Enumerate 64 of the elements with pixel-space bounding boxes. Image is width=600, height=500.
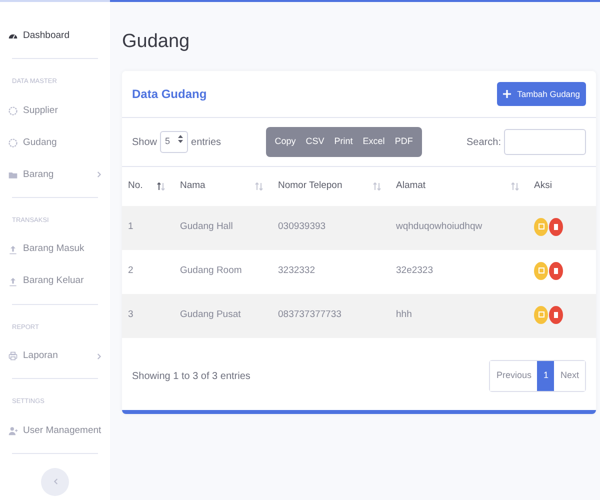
table-cell: 3 — [128, 309, 134, 320]
column-header[interactable]: Alamat — [396, 179, 426, 194]
table-cell: 32e2323 — [396, 265, 433, 276]
sidebar-item[interactable]: Barang Masuk — [8, 234, 102, 266]
trash-icon — [553, 310, 559, 319]
sidebar-item[interactable]: Gudang — [8, 126, 102, 159]
delete-button[interactable] — [549, 262, 563, 280]
export-button[interactable]: Copy — [270, 127, 301, 157]
card-title: Data Gudang — [132, 86, 207, 103]
length-label: entries — [191, 136, 222, 150]
column-header[interactable]: Nomor Telepon — [278, 179, 342, 194]
sort-icon[interactable] — [157, 182, 165, 191]
page-length-select[interactable]: 5 — [160, 131, 188, 153]
circle-icon — [8, 106, 18, 116]
column-header[interactable]: No. — [128, 179, 143, 194]
table-cell: Gudang Hall — [180, 221, 233, 232]
arrow-up-icon — [8, 244, 18, 254]
export-button[interactable]: Print — [329, 127, 358, 157]
print-icon — [8, 351, 18, 362]
folder-icon — [8, 170, 18, 180]
table-cell: wqhduqowhoiudhqw — [396, 221, 482, 232]
sidebar-item[interactable]: Barang — [8, 158, 102, 191]
edit-button[interactable] — [534, 218, 548, 236]
export-button[interactable]: Excel — [358, 127, 390, 157]
user-icon — [8, 426, 18, 436]
arrow-up-icon — [8, 276, 18, 286]
plus-icon — [503, 90, 512, 98]
pencil-icon — [538, 267, 544, 274]
table-cell: 1 — [128, 221, 134, 232]
column-header[interactable]: Aksi — [534, 179, 552, 194]
add-button[interactable]: Tambah Gudang — [497, 82, 586, 106]
sidebar-toggle-button[interactable] — [41, 468, 69, 496]
pencil-icon — [538, 223, 544, 230]
pencil-icon — [538, 311, 544, 318]
export-button[interactable]: PDF — [390, 127, 418, 157]
export-button[interactable]: CSV — [300, 127, 330, 157]
table-cell: 3232332 — [278, 265, 315, 276]
table-cell: 030939393 — [278, 221, 326, 232]
sidebar-item[interactable]: Dashboard — [8, 20, 102, 52]
length-label: Show — [132, 136, 158, 150]
column-header[interactable]: Nama — [180, 179, 206, 194]
edit-button[interactable] — [534, 262, 548, 280]
select-arrows-icon — [178, 135, 184, 144]
table-info: Showing 1 to 3 of 3 entries — [132, 370, 250, 384]
sidebar-item[interactable]: Supplier — [8, 94, 102, 127]
table-cell: 2 — [128, 265, 134, 276]
table-cell: 083737377733 — [278, 309, 342, 320]
sidebar-item[interactable]: Barang Keluar — [8, 266, 102, 298]
table-cell: Gudang Room — [180, 265, 242, 276]
table-cell: Gudang Pusat — [180, 309, 241, 320]
trash-icon — [553, 266, 559, 275]
search-label: Search: — [466, 136, 501, 150]
edit-button[interactable] — [534, 306, 548, 324]
delete-button[interactable] — [549, 306, 563, 324]
search-field[interactable] — [504, 129, 586, 155]
sidebar-item[interactable]: Laporan — [8, 340, 102, 372]
pagination-button[interactable]: 1 — [537, 361, 554, 391]
chevron-left-icon — [52, 478, 58, 486]
trash-icon — [553, 222, 559, 231]
delete-button[interactable] — [549, 218, 563, 236]
table-cell: hhh — [396, 309, 412, 320]
page-title: Gudang — [122, 30, 191, 54]
sidebar-item[interactable]: User Management — [8, 415, 102, 447]
circle-icon — [8, 138, 18, 148]
